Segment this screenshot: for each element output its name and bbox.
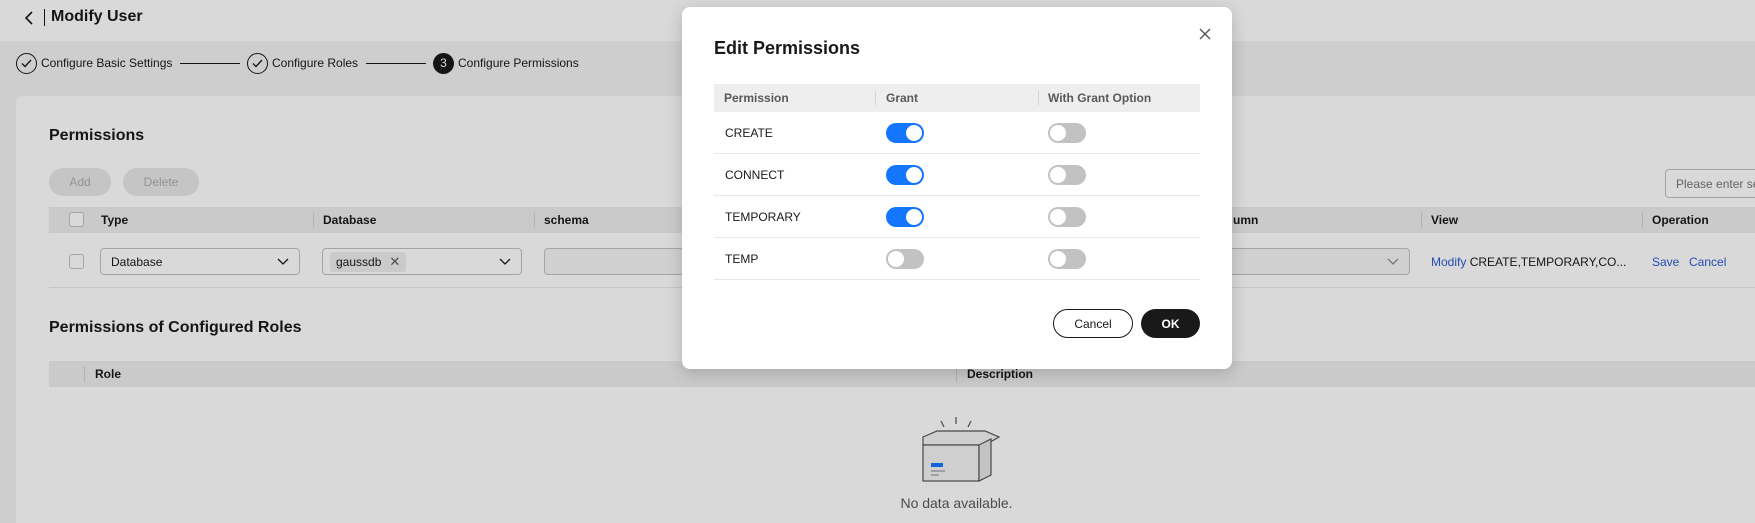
- grant-toggle[interactable]: [886, 249, 924, 269]
- permission-name: CONNECT: [725, 168, 785, 182]
- toggle-knob: [906, 167, 922, 183]
- with-grant-option-toggle[interactable]: [1048, 249, 1086, 269]
- grant-toggle[interactable]: [886, 207, 924, 227]
- column-header-permission: Permission: [724, 91, 789, 105]
- toggle-knob: [1050, 125, 1066, 141]
- with-grant-option-toggle[interactable]: [1048, 207, 1086, 227]
- toggle-knob: [1050, 209, 1066, 225]
- permission-name: TEMP: [725, 252, 759, 266]
- edit-permissions-dialog: Edit Permissions Permission Grant With G…: [682, 7, 1232, 369]
- ok-button[interactable]: OK: [1141, 309, 1200, 338]
- column-header-with-grant-option: With Grant Option: [1048, 91, 1152, 105]
- toggle-knob: [906, 125, 922, 141]
- toggle-knob: [1050, 167, 1066, 183]
- grant-toggle[interactable]: [886, 123, 924, 143]
- toggle-knob: [1050, 251, 1066, 267]
- toggle-knob: [906, 209, 922, 225]
- permission-row-temp: TEMP: [714, 238, 1200, 280]
- permission-row-connect: CONNECT: [714, 154, 1200, 196]
- with-grant-option-toggle[interactable]: [1048, 123, 1086, 143]
- cancel-button[interactable]: Cancel: [1053, 309, 1133, 338]
- toggle-table-header: Permission Grant With Grant Option: [714, 84, 1200, 112]
- with-grant-option-toggle[interactable]: [1048, 165, 1086, 185]
- grant-toggle[interactable]: [886, 165, 924, 185]
- dialog-title: Edit Permissions: [714, 38, 861, 58]
- permission-row-temporary: TEMPORARY: [714, 196, 1200, 238]
- permission-name: CREATE: [725, 126, 773, 140]
- toggle-knob: [888, 251, 904, 267]
- column-header-grant: Grant: [886, 91, 919, 105]
- permission-row-create: CREATE: [714, 112, 1200, 154]
- close-icon[interactable]: [1198, 27, 1212, 41]
- permissions-toggle-table: Permission Grant With Grant Option CREAT…: [714, 84, 1200, 280]
- permission-name: TEMPORARY: [725, 210, 801, 224]
